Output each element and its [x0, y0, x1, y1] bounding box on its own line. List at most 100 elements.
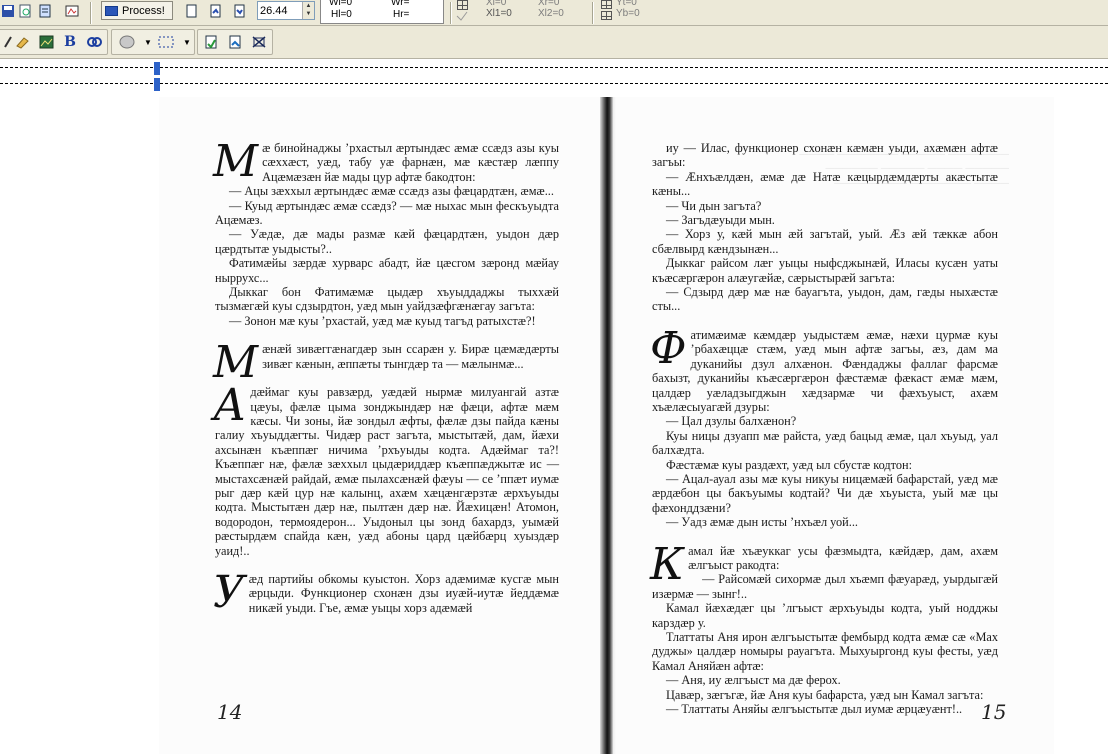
document-icon[interactable]: [37, 3, 53, 19]
paragraph-text: Тлаттаты Аня ирон æлгъыстытæ фембырд код…: [652, 630, 998, 673]
text-paragraph: — Ацал-ауал азы мæ куы никуы ницæмæй баф…: [652, 472, 998, 515]
text-paragraph: — Æнхъæлдæн, æмæ дæ Натæ кæцырдæмдæрты а…: [652, 170, 998, 199]
top-margin-icon[interactable]: [601, 0, 612, 9]
xl-value: Xl=0: [486, 0, 507, 8]
paragraph-text: Дыккаг бон Фатимæмæ цыдæр хъуыддаджы тых…: [215, 285, 559, 314]
spin-down-icon[interactable]: ▼: [303, 10, 314, 18]
zoom-spin[interactable]: ▲ ▼: [302, 2, 314, 19]
rotate-right-icon[interactable]: [231, 3, 247, 19]
paragraph-text: — Сдзырд дæр мæ нæ бауагъта, уыдон, дам,…: [652, 285, 998, 314]
guide-line-bottom: [0, 83, 1108, 84]
text-paragraph: Мæ бинойнаджы ’рхастыл æртындæс æмæ ссæд…: [213, 136, 559, 187]
image-icon[interactable]: [38, 34, 54, 50]
text-paragraph: Дыккаг райсом лæг уыцы ныфсджынæй, Иласы…: [652, 256, 998, 285]
circle-shape-icon[interactable]: [117, 34, 137, 50]
zoom-stepper[interactable]: ▲ ▼: [257, 1, 315, 20]
paragraph-text: Дыккаг райсом лæг уыцы ныфсджынæй, Иласы…: [652, 256, 998, 285]
guide-handle-top[interactable]: [154, 62, 160, 75]
grid-toggle-icon[interactable]: [457, 0, 468, 10]
dropcap-initial: М: [213, 337, 259, 389]
toolbar-editing: B ▼ ▼: [0, 26, 1108, 59]
paragraph-text: Куы ницы дзуапп мæ райста, уæд бацыд æмæ…: [652, 428, 998, 458]
text-paragraph: — Чи дын загъта?: [652, 199, 998, 213]
dropcap-initial: У: [213, 566, 245, 618]
paragraph-text: — Æнхъæлдæн, æмæ дæ Натæ кæцырдæмдæрты а…: [652, 169, 998, 199]
paragraph-text: — Райсомæй сихормæ дыл хъæмп фæуарæд, уы…: [652, 572, 998, 601]
paragraph-text: — Ацал-ауал азы мæ куы никуы ницæмæй баф…: [652, 471, 998, 515]
bottom-margin-icon[interactable]: [601, 11, 612, 20]
toolbar-top: Process! ▲ ▼ Wl=0 Hl=0 Wr= Hr= Xl=0 Xl1=…: [0, 0, 1108, 26]
process-label: Process!: [122, 4, 165, 17]
link-icon[interactable]: [86, 34, 102, 50]
dropcap-initial: М: [213, 136, 259, 187]
text-paragraph: — Ацы зæххыл æртындæс æмæ ссæдз азы фæца…: [215, 184, 559, 198]
left-size-panel: Wl=0 Hl=0 Wr= Hr=: [320, 0, 444, 24]
xl1-value: Xl1=0: [486, 8, 512, 19]
scanned-page-image[interactable]: ─────── ───── ─────── ──── ───── ──── ───…: [159, 97, 1054, 754]
hl-value: Hl=0: [331, 9, 352, 20]
paragraph-text: — Уадз æмæ дын исты ’нхъæл уой...: [666, 515, 858, 530]
chevron-down-icon[interactable]: ▼: [179, 34, 195, 50]
page-blue-icon[interactable]: [227, 34, 243, 50]
paragraph-text: — Цал дзулы балхæнон?: [666, 414, 797, 429]
xr-value: Xr=0: [538, 0, 560, 8]
paragraph-text: — Чи дын загъта?: [666, 198, 762, 213]
text-paragraph: Камал йæ хъæуккаг усы фæзмыдта, кæйдæр, …: [650, 542, 998, 586]
text-paragraph: Фатимæимæ кæмдæр уыдыстæм æмæ, нæхи цурм…: [650, 322, 998, 414]
left-page-text: Мæ бинойнаджы ’рхастыл æртындæс æмæ ссæд…: [213, 136, 559, 618]
text-paragraph: — Уадз æмæ дын исты ’нхъæл уой...: [652, 515, 998, 529]
text-paragraph: Тлаттаты Аня ирон æлгъыстытæ фембырд код…: [652, 630, 998, 673]
check-icon[interactable]: [455, 10, 469, 22]
yt-value: Yt=0: [616, 0, 637, 8]
text-paragraph: — Хорз у, кæй мын æй загътай, уый. Æз æй…: [652, 227, 998, 256]
text-paragraph: Мæнæй зивæггæнагдæр зын ссарæн у. Бирæ ц…: [213, 341, 559, 385]
eraser-icon[interactable]: [14, 34, 30, 50]
guide-line-top: [0, 67, 1108, 68]
process-button[interactable]: Process!: [101, 1, 173, 20]
text-paragraph: — Куыд æртындæс æмæ ссæдз? — мæ ныхас мы…: [215, 199, 559, 228]
paragraph-text: Фатимæйы зæрдæ хурварс абадт, йæ цæсгом …: [215, 256, 559, 285]
scan-icon[interactable]: [64, 3, 80, 19]
text-paragraph: Фатимæйы зæрдæ хурварс абадт, йæ цæсгом …: [215, 256, 559, 285]
text-paragraph: — Зонон мæ куы ’рхастай, уæд мæ куыд таг…: [215, 314, 559, 328]
paragraph-text: — Уæдæ, дæ мады размæ кæй фæцардтæн, уыд…: [215, 227, 559, 256]
text-paragraph: — Райсомæй сихормæ дыл хъæмп фæуарæд, уы…: [652, 572, 998, 601]
text-paragraph: Камал йæхæдæг цы ’лгъыст æрхъуыды кодта,…: [652, 601, 998, 630]
paragraph-text: — Куыд æртындæс æмæ ссæдз? — мæ ныхас мы…: [215, 198, 559, 228]
paragraph-text: амал йæ хъæуккаг усы фæзмыдта, кæйдæр, д…: [688, 543, 998, 572]
right-page-text: иу — Илас, функционер схонæн кæмæн уыди,…: [650, 141, 998, 716]
paragraph-text: атимæимæ кæмдæр уыдыстæм æмæ, нæхи цурмæ…: [652, 327, 998, 414]
text-paragraph: Куы ницы дзуапп мæ райста, уæд бацыд æмæ…: [652, 429, 998, 458]
dropcap-initial: А: [213, 380, 247, 432]
wr-value: Wr=: [391, 0, 410, 8]
paragraph-text: Камал йæхæдæг цы ’лгъыст æрхъуыды кодта,…: [652, 601, 998, 630]
paragraph-text: — Аня, иу æлгъыст ма дæ ферох.: [666, 673, 841, 688]
zoom-input[interactable]: [258, 2, 302, 19]
preview-icon[interactable]: [17, 3, 33, 19]
paragraph-text: — Хорз у, кæй мын æй загътай, уый. Æз æй…: [652, 227, 998, 256]
rotate-left-icon[interactable]: [207, 3, 223, 19]
bold-icon[interactable]: B: [62, 34, 78, 50]
text-paragraph: Дыккаг бон Фатимæмæ цыдæр хъуыддаджы тых…: [215, 285, 559, 314]
crop-icon[interactable]: [251, 34, 267, 50]
text-paragraph: — Тлаттаты Аняйы æлгъыстытæ дыл иумæ æрц…: [652, 702, 998, 716]
text-paragraph: Цавæр, зæгъгæ, йæ Аня куы бафарста, уæд …: [652, 688, 998, 702]
spin-up-icon[interactable]: ▲: [303, 2, 314, 10]
text-paragraph: — Аня, иу æлгъыст ма дæ ферох.: [652, 673, 998, 687]
paragraph-text: Цавæр, зæгъгæ, йæ Аня куы бафарста, уæд …: [666, 687, 984, 702]
chevron-down-icon[interactable]: ▼: [140, 34, 156, 50]
paragraph-text: Фæстæмæ куы раздæхт, уæд ыл сбустæ кодто…: [666, 457, 912, 472]
guide-handle-bottom[interactable]: [154, 78, 160, 91]
save-icon[interactable]: [0, 3, 16, 19]
text-paragraph: — Сдзырд дæр мæ нæ бауагъта, уыдон, дам,…: [652, 285, 998, 314]
selection-rect-icon[interactable]: [156, 34, 176, 50]
right-page-number: 15: [981, 700, 1007, 724]
yb-value: Yb=0: [616, 8, 640, 19]
paragraph-text: дæймаг куы равзæрд, уæдæй нырмæ милуанга…: [215, 385, 559, 558]
page-ruler: [0, 60, 1108, 96]
paragraph-text: — Ацы зæххыл æртындæс æмæ ссæдз азы фæца…: [229, 184, 554, 199]
dropcap-initial: Ф: [650, 322, 687, 374]
page-icon[interactable]: [183, 3, 199, 19]
paragraph-text: — Загъдæуыди мын.: [666, 213, 775, 228]
page-green-icon[interactable]: [203, 34, 219, 50]
